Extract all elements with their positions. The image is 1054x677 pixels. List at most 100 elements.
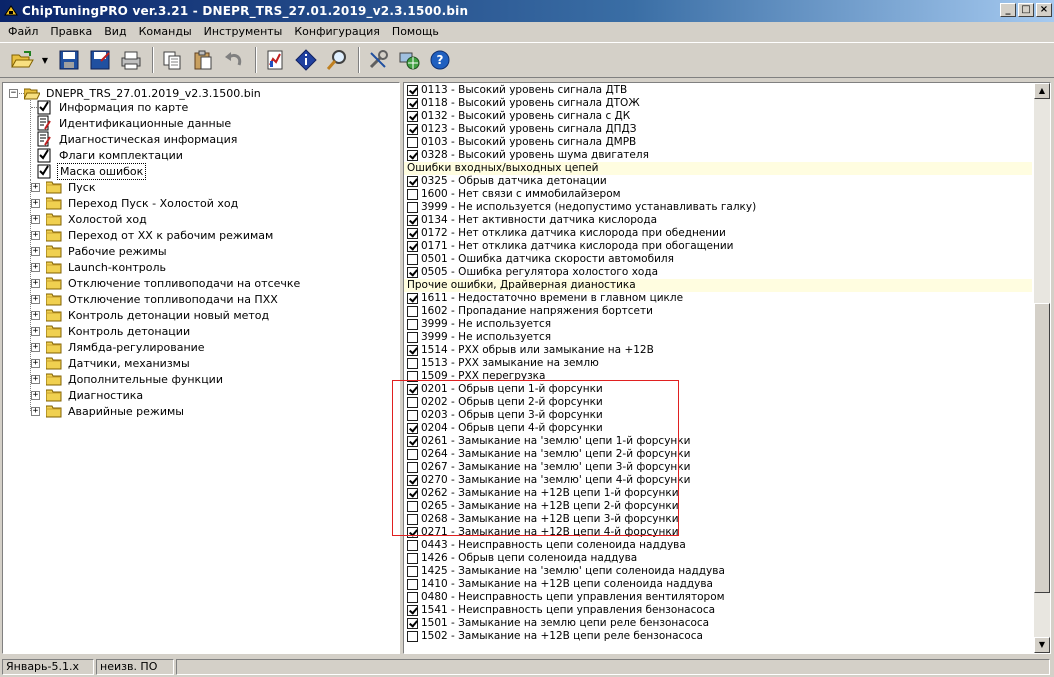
search-icon[interactable] bbox=[323, 46, 351, 74]
menu-edit[interactable]: Правка bbox=[44, 23, 98, 40]
list-item[interactable]: 0171 - Нет отклика датчика кислорода при… bbox=[404, 240, 734, 253]
scrollbar-thumb[interactable] bbox=[1034, 303, 1050, 593]
tree-item-ident-data[interactable]: Идентификационные данные bbox=[37, 115, 233, 131]
error-checkbox[interactable] bbox=[407, 397, 418, 408]
list-item[interactable]: 1426 - Обрыв цепи соленоида наддува bbox=[404, 552, 637, 565]
paste-icon[interactable] bbox=[189, 46, 217, 74]
list-item[interactable]: 1410 - Замыкание на +12В цепи соленоида … bbox=[404, 578, 713, 591]
minimize-button[interactable]: _ bbox=[1000, 3, 1016, 17]
list-item[interactable]: 0501 - Ошибка датчика скорости автомобил… bbox=[404, 253, 674, 266]
expand-icon[interactable]: + bbox=[31, 278, 40, 288]
expand-icon[interactable]: + bbox=[31, 182, 40, 192]
list-item[interactable]: 0262 - Замыкание на +12В цепи 1-й форсун… bbox=[404, 487, 679, 500]
list-item[interactable]: 3999 - Не используется bbox=[404, 331, 551, 344]
close-button[interactable]: × bbox=[1036, 3, 1052, 17]
menu-commands[interactable]: Команды bbox=[133, 23, 198, 40]
list-item[interactable]: 0443 - Неисправность цепи соленоида надд… bbox=[404, 539, 686, 552]
help-icon[interactable]: ? bbox=[426, 46, 454, 74]
error-checkbox[interactable] bbox=[407, 189, 418, 200]
list-item[interactable]: 0103 - Высокий уровень сигнала ДМРВ bbox=[404, 136, 636, 149]
open-folder-icon[interactable] bbox=[8, 46, 36, 74]
list-item[interactable]: 0271 - Замыкание на +12В цепи 4-й форсун… bbox=[404, 526, 679, 539]
list-item[interactable]: 0480 - Неисправность цепи управления вен… bbox=[404, 591, 725, 604]
tree-item-equipment-flags[interactable]: Флаги комплектации bbox=[37, 147, 185, 163]
list-item[interactable]: 0113 - Высокий уровень сигнала ДТВ bbox=[404, 84, 627, 97]
error-checkbox[interactable] bbox=[407, 137, 418, 148]
list-item[interactable]: 1514 - РХХ обрыв или замыкание на +12В bbox=[404, 344, 654, 357]
list-item[interactable]: 0134 - Нет активности датчика кислорода bbox=[404, 214, 657, 227]
error-checkbox[interactable] bbox=[407, 475, 418, 486]
list-item[interactable]: 0265 - Замыкание на +12В цепи 2-й форсун… bbox=[404, 500, 679, 513]
expand-icon[interactable]: + bbox=[31, 214, 40, 224]
error-checkbox[interactable] bbox=[407, 267, 418, 278]
tree-folder-item[interactable]: + Пуск bbox=[31, 179, 97, 195]
error-checkbox[interactable] bbox=[407, 618, 418, 629]
error-checkbox[interactable] bbox=[407, 345, 418, 356]
expand-icon[interactable]: + bbox=[31, 310, 40, 320]
save-icon[interactable] bbox=[55, 46, 83, 74]
tree-folder-item[interactable]: + Аварийные режимы bbox=[31, 403, 186, 419]
list-item[interactable]: 0505 - Ошибка регулятора холостого хода bbox=[404, 266, 658, 279]
error-checkbox[interactable] bbox=[407, 488, 418, 499]
list-item[interactable]: 1509 - РХХ перегрузка bbox=[404, 370, 545, 383]
tree-folder-item[interactable]: + Контроль детонации bbox=[31, 323, 192, 339]
error-checkbox[interactable] bbox=[407, 332, 418, 343]
error-checkbox[interactable] bbox=[407, 605, 418, 616]
error-checkbox[interactable] bbox=[407, 631, 418, 642]
tools-icon[interactable] bbox=[364, 46, 392, 74]
list-item[interactable]: 1600 - Нет связи с иммобилайзером bbox=[404, 188, 621, 201]
list-item[interactable]: 1611 - Недостаточно времени в главном ци… bbox=[404, 292, 683, 305]
list-item[interactable]: 0261 - Замыкание на 'землю' цепи 1-й фор… bbox=[404, 435, 690, 448]
expand-icon[interactable]: + bbox=[31, 406, 40, 416]
error-checkbox[interactable] bbox=[407, 553, 418, 564]
expand-icon[interactable]: + bbox=[31, 294, 40, 304]
error-checkbox[interactable] bbox=[407, 566, 418, 577]
expand-icon[interactable]: + bbox=[31, 374, 40, 384]
expand-icon[interactable]: + bbox=[31, 198, 40, 208]
list-item[interactable]: 0270 - Замыкание на 'землю' цепи 4-й фор… bbox=[404, 474, 690, 487]
error-checkbox[interactable] bbox=[407, 202, 418, 213]
scroll-up-icon[interactable]: ▲ bbox=[1034, 83, 1050, 99]
error-checkbox[interactable] bbox=[407, 241, 418, 252]
list-item[interactable]: 0132 - Высокий уровень сигнала с ДК bbox=[404, 110, 630, 123]
tree-folder-item[interactable]: + Контроль детонации новый метод bbox=[31, 307, 271, 323]
chart-icon[interactable] bbox=[261, 46, 289, 74]
tree-folder-item[interactable]: + Launch-контроль bbox=[31, 259, 168, 275]
error-checkbox[interactable] bbox=[407, 371, 418, 382]
error-checkbox[interactable] bbox=[407, 501, 418, 512]
error-checkbox[interactable] bbox=[407, 592, 418, 603]
error-checkbox[interactable] bbox=[407, 176, 418, 187]
list-item[interactable]: 1602 - Пропадание напряжения бортсети bbox=[404, 305, 653, 318]
error-checkbox[interactable] bbox=[407, 540, 418, 551]
error-checkbox[interactable] bbox=[407, 384, 418, 395]
error-checkbox[interactable] bbox=[407, 124, 418, 135]
list-item[interactable]: 0325 - Обрыв датчика детонации bbox=[404, 175, 607, 188]
list-item[interactable]: 0267 - Замыкание на 'землю' цепи 3-й фор… bbox=[404, 461, 690, 474]
list-item[interactable]: 0204 - Обрыв цепи 4-й форсунки bbox=[404, 422, 603, 435]
tree-folder-item[interactable]: + Лямбда-регулирование bbox=[31, 339, 207, 355]
error-checkbox[interactable] bbox=[407, 514, 418, 525]
list-item[interactable]: 3999 - Не используется (недопустимо уста… bbox=[404, 201, 756, 214]
error-checkbox[interactable] bbox=[407, 293, 418, 304]
expand-icon[interactable]: + bbox=[31, 358, 40, 368]
tree-folder-item[interactable]: + Отключение топливоподачи на ПХХ bbox=[31, 291, 280, 307]
undo-icon[interactable] bbox=[220, 46, 248, 74]
list-item[interactable]: 1502 - Замыкание на +12В цепи реле бензо… bbox=[404, 630, 703, 643]
tree-folder-item[interactable]: + Отключение топливоподачи на отсечке bbox=[31, 275, 302, 291]
list-item[interactable]: 0123 - Высокий уровень сигнала ДПДЗ bbox=[404, 123, 636, 136]
error-checkbox[interactable] bbox=[407, 228, 418, 239]
expand-icon[interactable]: + bbox=[31, 342, 40, 352]
error-checkbox[interactable] bbox=[407, 98, 418, 109]
tree-folder-item[interactable]: + Датчики, механизмы bbox=[31, 355, 192, 371]
tree-folder-item[interactable]: + Диагностика bbox=[31, 387, 145, 403]
error-checkbox[interactable] bbox=[407, 254, 418, 265]
list-item[interactable]: 0201 - Обрыв цепи 1-й форсунки bbox=[404, 383, 603, 396]
error-checkbox[interactable] bbox=[407, 306, 418, 317]
tree-item-map-info[interactable]: Информация по карте bbox=[31, 99, 190, 115]
copy-icon[interactable] bbox=[158, 46, 186, 74]
tree-folder-item[interactable]: + Переход от ХХ к рабочим режимам bbox=[31, 227, 275, 243]
error-checkbox[interactable] bbox=[407, 462, 418, 473]
menu-file[interactable]: Файл bbox=[2, 23, 44, 40]
info-icon[interactable] bbox=[292, 46, 320, 74]
expand-icon[interactable]: + bbox=[31, 390, 40, 400]
